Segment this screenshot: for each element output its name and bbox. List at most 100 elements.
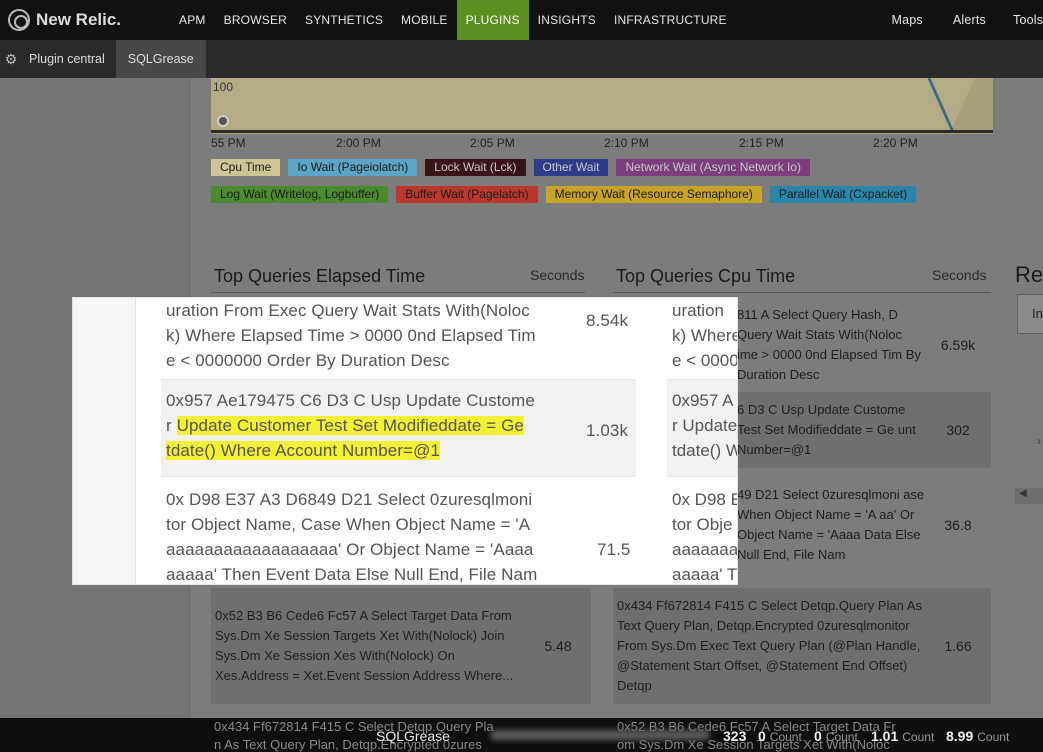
bottom-overlay-left: 0x434 Ff672814 F415 C Select Detqp.Query…: [214, 718, 494, 752]
chart-handle-icon[interactable]: [217, 115, 229, 127]
main-nav: APM BROWSER SYNTHETICS MOBILE PLUGINS INSIGHT…: [170, 0, 736, 40]
nav-plugins[interactable]: PLUGINS: [456, 0, 529, 40]
nav-apm[interactable]: APM: [170, 0, 215, 40]
bottom-stat-5: 8.99 Count: [946, 728, 1009, 744]
legend-item[interactable]: Cpu Time: [211, 159, 281, 176]
zoom-cpu-row-3-line-1: 0x D98 E: [672, 490, 738, 509]
zoom-row-1[interactable]: uration From Exec Query Wait Stats With(…: [161, 298, 636, 378]
legend-item[interactable]: Other Wait: [533, 159, 609, 176]
zoom-magnifier: uration From Exec Query Wait Stats With(…: [72, 297, 738, 585]
cpu-time-area-edge: [951, 78, 975, 130]
bottom-overlay-left-line-1: 0x434 Ff672814 F415 C Select Detqp.Query…: [214, 719, 494, 734]
cpu-row-3-value: 36.8: [944, 517, 972, 533]
legend-item[interactable]: Log Wait (Writelog, Logbuffer): [211, 186, 389, 203]
side-panel-title: Re: [1015, 262, 1043, 287]
cpu-unit: Seconds: [932, 267, 987, 283]
zoom-cpu-column: uration k) Where e < 0000 0x957 A r Upda…: [667, 298, 738, 584]
bottom-stat-4-value: 1.01: [871, 728, 899, 744]
nav-alerts[interactable]: Alerts: [938, 0, 1001, 40]
zoom-cpu-row-1-line-3: e < 0000: [672, 351, 738, 370]
bottom-stat-3: 0 Count: [814, 728, 858, 744]
elapsed-row-4[interactable]: 0x52 B3 B6 Cede6 Fc57 A Select Target Da…: [211, 588, 591, 704]
zoom-row-1-line-2: k) Where Elapsed Time > 0000 0nd Elapsed…: [166, 326, 536, 345]
zoom-row-3-line-4: aaaaa' Then Event Data Else Null End, Fi…: [166, 565, 538, 584]
cpu-row-4[interactable]: 0x434 Ff672814 F415 C Select Detqp.Query…: [613, 588, 991, 704]
zoom-cpu-row-3-line-3: aaaaaaaa: [672, 540, 738, 559]
zoom-row-2-line-3: tdate() Where Account Number=@1: [166, 438, 556, 463]
chart-x-axis: [211, 130, 993, 133]
bottom-stat-5-unit: Count: [977, 730, 1010, 744]
zoom-cpu-row-1-line-1: uration: [672, 301, 724, 320]
nav-insights[interactable]: INSIGHTS: [529, 0, 605, 40]
bottom-app-title[interactable]: SQLGrease: [376, 728, 450, 744]
new-relic-logo-icon: [8, 9, 30, 31]
zoom-row-3-text: 0x D98 E37 A3 D6849 D21 Select 0zuresqlm…: [166, 487, 556, 584]
zoom-cpu-row-3[interactable]: 0x D98 E tor Obje aaaaaaaa aaaaa' T: [667, 479, 738, 584]
bottom-stat-3-unit: Count: [825, 730, 858, 744]
new-relic-logo[interactable]: New Relic.: [0, 0, 170, 40]
zoom-row-3-value: 71.5: [597, 540, 631, 559]
side-scroll-left-icon[interactable]: ◀: [1015, 488, 1043, 504]
cpu-time-area: [211, 78, 951, 130]
brand-name: New Relic.: [36, 10, 122, 29]
zoom-row-1-text: uration From Exec Query Wait Stats With(…: [166, 298, 556, 373]
zoom-row-2[interactable]: 0x957 Ae179475 C6 D3 C Usp Update Custom…: [161, 379, 636, 477]
side-chevron-icon[interactable]: ›: [1037, 434, 1041, 448]
elapsed-title: Top Queries Elapsed Time: [214, 266, 426, 286]
zoom-cpu-row-3-line-2: tor Obje: [672, 515, 733, 534]
zoom-cpu-row-2[interactable]: 0x957 A r Update tdate() W: [667, 379, 738, 477]
cpu-row-4-text: 0x434 Ff672814 F415 C Select Detqp.Query…: [617, 598, 922, 693]
cpu-row-1-value: 6.59k: [940, 337, 976, 353]
plugin-icon: ⚙: [4, 50, 18, 67]
nav-mobile[interactable]: MOBILE: [392, 0, 457, 40]
zoom-cpu-row-2-line-1: 0x957 A: [672, 391, 734, 410]
bottom-stat-2: 0 Count: [758, 728, 802, 744]
zoom-cpu-row-3-line-4: aaaaa' T: [672, 565, 738, 584]
sqlgrease-tab[interactable]: SQLGrease: [115, 40, 206, 78]
cpu-row-2-value: 302: [946, 422, 970, 438]
x-tick-label: 2:00 PM: [336, 136, 381, 150]
zoom-row-3-line-3: aaaaaaaaaaaaaaaaaa' Or Object Name = 'Aa…: [166, 540, 534, 559]
legend-item[interactable]: Buffer Wait (Pagelatch): [396, 186, 538, 203]
cpu-row-4-value: 1.66: [944, 638, 972, 654]
zoom-row-2-line-2-prefix: r: [166, 416, 177, 435]
bottom-stat-1-value: 323: [723, 728, 747, 744]
legend-item[interactable]: Network Wait (Async Network Io): [616, 159, 811, 176]
top-nav: New Relic. APM BROWSER SYNTHETICS MOBILE PLU…: [0, 0, 1043, 40]
x-tick-label: 2:20 PM: [873, 136, 918, 150]
legend-item[interactable]: Lock Wait (Lck): [425, 159, 526, 176]
bottom-stat-2-unit: Count: [769, 730, 802, 744]
bottom-status-bar: 0x434 Ff672814 F415 C Select Detqp.Query…: [0, 718, 1043, 752]
nav-right: Maps Alerts Tools: [876, 0, 1043, 40]
zoom-row-2-text: 0x957 Ae179475 C6 D3 C Usp Update Custom…: [166, 388, 556, 463]
side-panel-input[interactable]: In: [1017, 294, 1043, 334]
elapsed-unit: Seconds: [530, 267, 585, 283]
bottom-stat-1: 323: [723, 728, 746, 744]
legend-item[interactable]: Memory Wait (Resource Semaphore): [545, 186, 762, 203]
zoom-cpu-row-2-line-3: tdate() W: [672, 441, 738, 460]
zoom-highlight-1: Update Customer Test Set Modifieddate = …: [176, 416, 524, 435]
legend-item[interactable]: Io Wait (Pageiolatch): [288, 159, 418, 176]
bottom-stat-3-value: 0: [814, 728, 822, 744]
x-tick-label: 2:05 PM: [470, 136, 515, 150]
plugin-central-link[interactable]: Plugin central: [22, 40, 112, 78]
nav-infrastructure[interactable]: INFRASTRUCTURE: [605, 0, 736, 40]
nav-synthetics[interactable]: SYNTHETICS: [296, 0, 392, 40]
nav-maps[interactable]: Maps: [876, 0, 937, 40]
legend-item[interactable]: Parallel Wait (Cxpacket): [769, 186, 917, 203]
x-ticks: 55 PM 2:00 PM 2:05 PM 2:10 PM 2:15 PM 2:20 PM: [211, 136, 993, 150]
zoom-row-1-value: 8.54k: [586, 311, 629, 330]
zoom-cpu-row-1[interactable]: uration k) Where e < 0000: [667, 298, 738, 378]
x-tick-label: 2:10 PM: [604, 136, 649, 150]
bottom-overlay-left-line-2: n As Text Query Plan, Detqp.Encrypted 0z…: [214, 737, 482, 752]
nav-browser[interactable]: BROWSER: [215, 0, 296, 40]
wait-chart[interactable]: [211, 78, 993, 134]
zoom-row-3[interactable]: 0x D98 E37 A3 D6849 D21 Select 0zuresqlm…: [161, 479, 636, 584]
zoom-row-2-line-1: 0x957 Ae179475 C6 D3 C Usp Update Custom…: [166, 391, 535, 410]
chart-legend: Cpu Time Io Wait (Pageiolatch) Lock Wait (…: [211, 159, 971, 213]
bottom-stat-2-value: 0: [758, 728, 766, 744]
zoom-elapsed-column: uration From Exec Query Wait Stats With(…: [161, 298, 636, 584]
nav-tools[interactable]: Tools: [1001, 0, 1043, 40]
bottom-stat-5-value: 8.99: [946, 728, 974, 744]
zoom-row-2-line-2: r Update Customer Test Set Modifieddate …: [166, 413, 556, 438]
